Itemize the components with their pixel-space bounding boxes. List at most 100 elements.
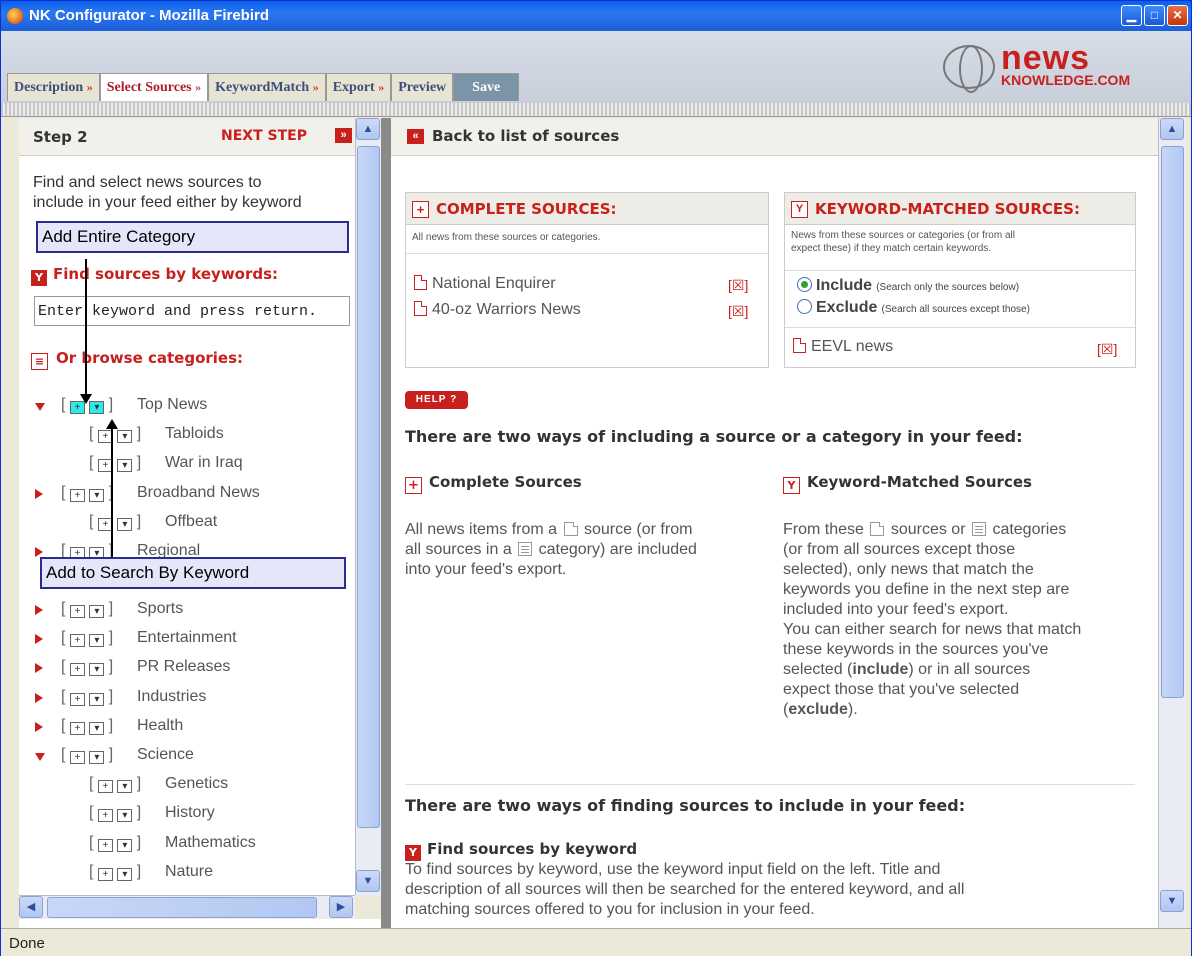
scroll-down-button[interactable]: ▼ — [356, 870, 380, 892]
source-item[interactable]: EEVL news — [793, 338, 893, 356]
category-label[interactable]: Science — [137, 746, 194, 764]
category-label[interactable]: Tabloids — [165, 425, 224, 443]
category-label[interactable]: Genetics — [165, 775, 228, 793]
filter-category-icon[interactable]: ▾ — [89, 634, 105, 648]
filter-category-icon[interactable]: ▾ — [117, 809, 133, 823]
scroll-up-button[interactable]: ▲ — [356, 118, 380, 140]
source-item[interactable]: 40-oz Warriors News — [414, 301, 581, 319]
add-category-icon[interactable]: + — [97, 780, 113, 794]
filter-category-icon[interactable]: ▾ — [117, 430, 133, 444]
category-row[interactable]: [ + ▾ ] Sports — [19, 600, 359, 628]
filter-category-icon[interactable]: ▾ — [117, 780, 133, 794]
right-vertical-scrollbar[interactable]: ▲ ▼ — [1158, 118, 1186, 928]
tab-description[interactable]: Description » — [7, 73, 100, 101]
add-category-icon[interactable]: + — [69, 751, 85, 764]
add-category-icon[interactable]: + — [97, 809, 113, 823]
include-radio[interactable]: Include (Search only the sources below) — [797, 277, 1019, 295]
category-row[interactable]: [ + ▾ ] Broadband News — [19, 484, 359, 512]
tab-select-sources[interactable]: Select Sources » — [99, 73, 209, 101]
add-category-icon[interactable]: + — [69, 634, 85, 648]
scroll-up-button[interactable]: ▲ — [1160, 118, 1184, 140]
add-category-icon[interactable]: + — [69, 721, 85, 735]
filter-category-icon[interactable]: ▾ — [89, 605, 105, 618]
left-horizontal-scrollbar[interactable]: ◀ ▶ — [19, 895, 355, 919]
category-row[interactable]: [ + ▾ ] Nature — [19, 863, 359, 891]
next-step-link[interactable]: NEXT STEP — [221, 128, 307, 144]
category-row[interactable]: [ + ▾ ] Top News — [19, 396, 359, 424]
category-label[interactable]: Nature — [165, 863, 213, 881]
category-label[interactable]: Top News — [137, 396, 207, 414]
tab-export[interactable]: Export » — [325, 73, 392, 101]
filter-category-icon[interactable]: ▾ — [89, 692, 105, 706]
tab-save[interactable]: Save — [453, 73, 520, 101]
exclude-radio[interactable]: Exclude (Search all sources except those… — [797, 299, 1030, 317]
category-label[interactable]: History — [165, 804, 215, 822]
add-category-icon[interactable]: + — [69, 605, 85, 618]
back-arrow-icon[interactable]: « — [407, 129, 424, 144]
collapsed-toggle-icon[interactable] — [35, 547, 43, 557]
expanded-toggle-icon[interactable] — [35, 403, 45, 411]
filter-category-icon[interactable]: ▾ — [89, 751, 105, 764]
back-to-sources-link[interactable]: Back to list of sources — [432, 127, 619, 145]
category-row[interactable]: [ + ▾ ] PR Releases — [19, 658, 359, 686]
left-vertical-scrollbar[interactable]: ▲ ▼ — [355, 118, 381, 895]
filter-category-icon[interactable]: ▾ — [117, 517, 133, 531]
keyword-search-input[interactable] — [34, 296, 350, 326]
help-button[interactable]: HELP ? — [405, 391, 468, 409]
category-label[interactable]: Broadband News — [137, 484, 260, 502]
category-label[interactable]: Health — [137, 717, 183, 735]
category-label[interactable]: Offbeat — [165, 513, 217, 531]
category-row[interactable]: [ + ▾ ] Offbeat — [19, 513, 359, 541]
tab-preview[interactable]: Preview — [391, 73, 454, 101]
source-item[interactable]: National Enquirer — [414, 275, 556, 293]
category-row[interactable]: [ + ▾ ] Science — [19, 746, 359, 774]
category-row[interactable]: [ + ▾ ] Health — [19, 717, 359, 745]
add-category-icon[interactable]: + — [69, 692, 85, 706]
add-category-icon[interactable]: + — [97, 867, 113, 881]
collapsed-toggle-icon[interactable] — [35, 721, 43, 732]
scroll-down-button[interactable]: ▼ — [1160, 890, 1184, 912]
next-step-icon[interactable]: » — [335, 128, 352, 143]
add-category-icon[interactable]: + — [69, 663, 85, 677]
add-category-icon[interactable]: + — [97, 838, 113, 852]
collapsed-toggle-icon[interactable] — [35, 488, 43, 499]
category-label[interactable]: Sports — [137, 600, 183, 618]
scroll-thumb[interactable] — [47, 897, 317, 918]
category-label[interactable]: War in Iraq — [165, 454, 243, 472]
scroll-left-button[interactable]: ◀ — [19, 896, 43, 918]
scroll-thumb[interactable] — [1161, 146, 1184, 698]
category-label[interactable]: Industries — [137, 688, 206, 706]
category-row[interactable]: [ + ▾ ] Genetics — [19, 775, 359, 803]
expanded-toggle-icon[interactable] — [35, 753, 45, 761]
minimize-button[interactable]: ▁ — [1121, 5, 1142, 26]
category-row[interactable]: [ + ▾ ] Industries — [19, 688, 359, 716]
category-label[interactable]: Mathematics — [165, 834, 256, 852]
filter-category-icon[interactable]: ▾ — [89, 488, 105, 502]
category-row[interactable]: [ + ▾ ] Mathematics — [19, 834, 359, 862]
remove-source-button[interactable]: [☒] — [1097, 341, 1117, 358]
category-row[interactable]: [ + ▾ ] Entertainment — [19, 629, 359, 657]
filter-category-icon[interactable]: ▾ — [117, 867, 133, 881]
maximize-button[interactable]: □ — [1144, 5, 1165, 26]
category-label[interactable]: PR Releases — [137, 658, 230, 676]
add-category-icon[interactable]: + — [69, 488, 85, 502]
filter-category-icon[interactable]: ▾ — [117, 838, 133, 852]
collapsed-toggle-icon[interactable] — [35, 663, 43, 674]
category-row[interactable]: [ + ▾ ] War in Iraq — [19, 454, 359, 482]
remove-source-button[interactable]: [☒] — [728, 277, 748, 294]
filter-category-icon[interactable]: ▾ — [117, 459, 133, 473]
category-row[interactable]: [ + ▾ ] History — [19, 804, 359, 832]
remove-source-button[interactable]: [☒] — [728, 303, 748, 320]
filter-category-icon[interactable]: ▾ — [89, 721, 105, 735]
tab-keywordmatch[interactable]: KeywordMatch » — [208, 73, 326, 101]
pane-splitter[interactable] — [381, 118, 391, 928]
scroll-thumb[interactable] — [357, 146, 380, 828]
category-label[interactable]: Entertainment — [137, 629, 237, 647]
category-row[interactable]: [ + ▾ ] Tabloids — [19, 425, 359, 453]
filter-category-icon[interactable]: ▾ — [89, 663, 105, 677]
collapsed-toggle-icon[interactable] — [35, 634, 43, 645]
collapsed-toggle-icon[interactable] — [35, 692, 43, 703]
collapsed-toggle-icon[interactable] — [35, 605, 43, 615]
close-window-button[interactable]: ✕ — [1167, 5, 1188, 26]
scroll-right-button[interactable]: ▶ — [329, 896, 353, 918]
